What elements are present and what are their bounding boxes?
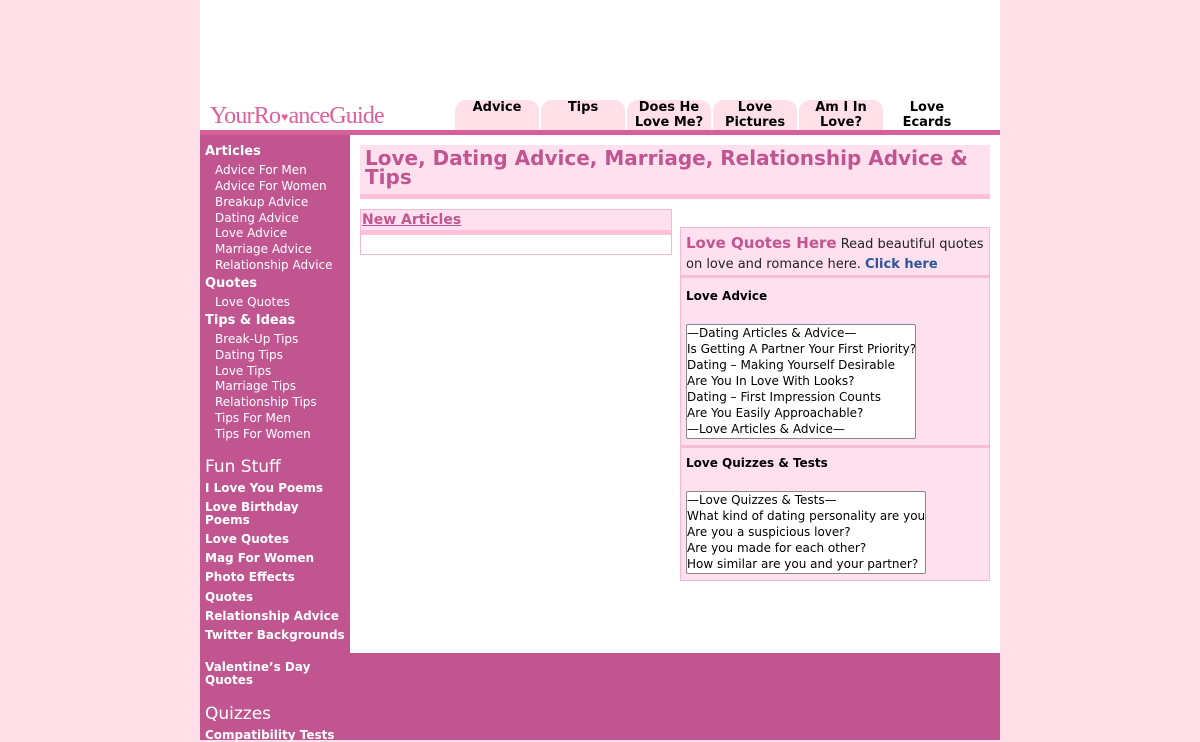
sidebar-item-marriage-tips[interactable]: Marriage Tips: [215, 379, 296, 393]
sidebar-item-tips-for-women[interactable]: Tips For Women: [215, 427, 311, 441]
love-quizzes-listbox[interactable]: —Love Quizzes & Tests— What kind of dati…: [686, 491, 926, 574]
new-articles-box: New Articles: [360, 209, 672, 255]
sidebar-heading-quotes[interactable]: Quotes: [205, 276, 257, 291]
tab-does-he-love-me[interactable]: Does He Love Me?: [627, 100, 711, 131]
love-quizzes-heading: Love Quizzes & Tests: [686, 456, 828, 470]
sidebar-item-advice-for-men[interactable]: Advice For Men: [215, 163, 307, 177]
sidebar-item-break-up-tips[interactable]: Break-Up Tips: [215, 332, 298, 346]
listbox-option[interactable]: —Love Quizzes & Tests—: [687, 492, 925, 508]
tab-tips[interactable]: Tips: [541, 100, 625, 131]
tab-label: Am I In Love?: [815, 100, 867, 130]
sidebar-item-love-tips[interactable]: Love Tips: [215, 364, 271, 378]
sidebar-fun-quotes[interactable]: Quotes: [205, 591, 345, 604]
listbox-option[interactable]: Are You In Love With Looks?: [687, 373, 915, 389]
listbox-option[interactable]: Are You Easily Approachable?: [687, 405, 915, 421]
footer-band: [350, 653, 1000, 740]
tab-advice[interactable]: Advice: [455, 100, 539, 131]
section-divider: [681, 445, 989, 448]
sidebar-item-tips-for-men[interactable]: Tips For Men: [215, 411, 291, 425]
tab-am-i-in-love[interactable]: Am I In Love?: [799, 100, 883, 131]
sidebar-item-marriage-advice[interactable]: Marriage Advice: [215, 242, 312, 256]
listbox-option[interactable]: How similar are you and your partner?: [687, 556, 925, 572]
sidebar-item-dating-tips[interactable]: Dating Tips: [215, 348, 283, 362]
sidebar-item-relationship-tips[interactable]: Relationship Tips: [215, 395, 317, 409]
listbox-option[interactable]: Dating – Making Yourself Desirable: [687, 357, 915, 373]
sidebar-heading-tips[interactable]: Tips & Ideas: [205, 313, 295, 328]
sidebar-fun-love-birthday-poems[interactable]: Love Birthday Poems: [205, 501, 345, 527]
page-title-box: Love, Dating Advice, Marriage, Relations…: [360, 145, 990, 199]
sidebar-fun-relationship-advice[interactable]: Relationship Advice: [205, 610, 345, 623]
sidebar-fun-photo-effects[interactable]: Photo Effects: [205, 571, 345, 584]
sidebar-fun-valentines-day-quotes[interactable]: Valentine’s Day Quotes: [205, 661, 345, 687]
new-articles-link[interactable]: New Articles: [361, 210, 671, 235]
listbox-option[interactable]: —Dating Articles & Advice—: [687, 325, 915, 341]
sidebar-heading-articles[interactable]: Articles: [205, 144, 261, 159]
sidebar-item-breakup-advice[interactable]: Breakup Advice: [215, 195, 308, 209]
sidebar-fun-love-quotes[interactable]: Love Quotes: [205, 533, 345, 546]
listbox-option[interactable]: Dating – First Impression Counts: [687, 389, 915, 405]
love-quotes-title: Love Quotes Here: [686, 234, 837, 252]
listbox-option[interactable]: —Love Articles & Advice—: [687, 421, 915, 437]
right-column: Love Quotes Here Read beautiful quotes o…: [680, 227, 990, 581]
sidebar-item-dating-advice[interactable]: Dating Advice: [215, 211, 299, 225]
tab-label: Love Ecards: [902, 100, 952, 130]
sidebar-fun-i-love-you-poems[interactable]: I Love You Poems: [205, 482, 345, 495]
sidebar-fun-twitter-backgrounds[interactable]: Twitter Backgrounds: [205, 629, 345, 642]
sidebar-item-love-quotes[interactable]: Love Quotes: [215, 295, 290, 309]
listbox-option[interactable]: Are you made for each other?: [687, 540, 925, 556]
page-container: YourRo♥anceGuide Advice Tips Does He Lov…: [200, 0, 1000, 742]
sidebar-item-love-advice[interactable]: Love Advice: [215, 226, 287, 240]
site-logo[interactable]: YourRo♥anceGuide: [210, 103, 385, 132]
sidebar: Articles Advice For Men Advice For Women…: [200, 135, 350, 742]
tab-love-pictures[interactable]: Love Pictures: [713, 100, 797, 131]
page-title: Love, Dating Advice, Marriage, Relations…: [365, 146, 968, 189]
sidebar-item-relationship-advice[interactable]: Relationship Advice: [215, 258, 333, 272]
love-advice-listbox[interactable]: —Dating Articles & Advice— Is Getting A …: [686, 324, 916, 439]
listbox-option[interactable]: What kind of dating personality are you?: [687, 508, 925, 524]
tab-label: Love Pictures: [724, 100, 786, 130]
listbox-option[interactable]: Are you a suspicious lover?: [687, 524, 925, 540]
sidebar-heading-quizzes: Quizzes: [205, 704, 272, 724]
tab-love-ecards[interactable]: Love Ecards: [885, 100, 969, 131]
listbox-option[interactable]: Is Getting A Partner Your First Priority…: [687, 341, 915, 357]
tab-label: Tips: [567, 100, 599, 115]
sidebar-heading-fun-stuff: Fun Stuff: [205, 457, 281, 477]
love-quotes-promo: Love Quotes Here Read beautiful quotes o…: [681, 228, 989, 278]
sidebar-item-advice-for-women[interactable]: Advice For Women: [215, 179, 327, 193]
tab-label: Advice: [472, 100, 522, 115]
love-advice-heading: Love Advice: [686, 289, 768, 303]
sidebar-quiz-compatibility-tests[interactable]: Compatibility Tests: [205, 729, 345, 742]
tab-label: Does He Love Me?: [634, 100, 704, 130]
heart-icon: ♥: [281, 110, 288, 124]
logo-text-your: Your: [210, 103, 255, 129]
sidebar-fun-mag-for-women[interactable]: Mag For Women: [205, 552, 345, 565]
logo-text-guide: anceGuide: [288, 103, 384, 129]
click-here-link[interactable]: Click here: [865, 257, 938, 272]
logo-text-romance: Ro: [253, 103, 281, 129]
